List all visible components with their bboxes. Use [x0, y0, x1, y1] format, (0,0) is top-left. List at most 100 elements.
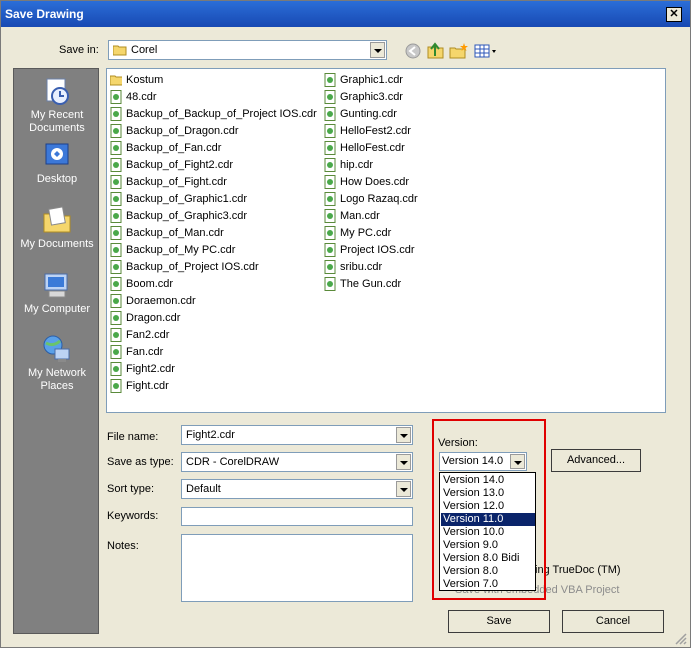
chevron-down-icon[interactable]: [396, 481, 411, 497]
chevron-down-icon[interactable]: [396, 427, 411, 443]
file-name: hip.cdr: [340, 159, 374, 171]
save-type-label: Save as type:: [107, 456, 174, 468]
file-name-input[interactable]: Fight2.cdr: [181, 425, 413, 445]
cdr-file-icon: [110, 158, 122, 172]
places-bar: My Recent Documents Desktop My Documents…: [13, 68, 99, 634]
file-name: Logo Razaq.cdr: [340, 193, 418, 205]
place-my-computer[interactable]: My Computer: [14, 269, 100, 316]
cdr-file-icon: [324, 209, 336, 223]
folder-icon: [110, 75, 122, 86]
highlight-callout: [432, 419, 546, 600]
file-name: Backup_of_Backup_of_Project IOS.cdr: [126, 108, 317, 120]
place-recent[interactable]: My Recent Documents: [14, 75, 100, 135]
keywords-field[interactable]: [181, 507, 413, 526]
file-name: Fight.cdr: [126, 380, 169, 392]
place-label: My Documents: [20, 238, 94, 250]
network-places-icon: [43, 335, 70, 362]
notes-label: Notes:: [107, 540, 139, 552]
file-name: 48.cdr: [126, 91, 157, 103]
cdr-file-icon: [110, 362, 122, 376]
cdr-file-icon: [110, 175, 122, 189]
cdr-file-icon: [110, 345, 122, 359]
cdr-file-icon: [110, 294, 122, 308]
my-documents-icon: [43, 206, 71, 233]
file-name: Backup_of_Man.cdr: [126, 227, 224, 239]
cdr-file-icon: [110, 124, 122, 138]
cdr-file-icon: [110, 379, 122, 393]
cdr-file-icon: [110, 90, 122, 104]
cancel-button[interactable]: Cancel: [562, 610, 664, 633]
cdr-file-icon: [324, 141, 336, 155]
file-name: Gunting.cdr: [340, 108, 397, 120]
cdr-file-icon: [110, 209, 122, 223]
file-name: Backup_of_Fight.cdr: [126, 176, 227, 188]
file-name: HelloFest.cdr: [340, 142, 405, 154]
file-name: Doraemon.cdr: [126, 295, 196, 307]
cdr-file-icon: [324, 107, 336, 121]
cdr-file-icon: [324, 90, 336, 104]
close-button[interactable]: ✕: [666, 7, 682, 22]
title-bar: Save Drawing ✕: [1, 1, 690, 27]
file-name: Backup_of_Fan.cdr: [126, 142, 222, 154]
cdr-file-icon: [110, 141, 122, 155]
view-menu-icon[interactable]: [473, 41, 499, 61]
cdr-file-icon: [110, 311, 122, 325]
my-computer-icon: [44, 273, 68, 298]
file-name-label: File name:: [107, 431, 159, 443]
cdr-file-icon: [324, 175, 336, 189]
cdr-file-icon: [324, 277, 336, 291]
file-name: How Does.cdr: [340, 176, 410, 188]
save-button[interactable]: Save: [448, 610, 550, 633]
save-drawing-dialog: Save Drawing ✕ Save in: Corel My Recent …: [0, 0, 691, 648]
place-desktop[interactable]: Desktop: [14, 139, 100, 186]
place-label: My Recent Documents: [29, 109, 85, 134]
save-type-value: CDR - CorelDRAW: [186, 456, 280, 468]
recent-documents-icon: [46, 78, 69, 105]
cdr-file-icon: [110, 260, 122, 274]
place-label: My Network Places: [27, 367, 87, 392]
advanced-button[interactable]: Advanced...: [551, 449, 641, 472]
file-name-value: Fight2.cdr: [186, 429, 235, 441]
chevron-down-icon[interactable]: [370, 42, 385, 58]
file-name: Project IOS.cdr: [340, 244, 415, 256]
cdr-file-icon: [324, 243, 336, 257]
file-name: Backup_of_Project IOS.cdr: [126, 261, 259, 273]
place-network[interactable]: My Network Places: [14, 333, 100, 393]
sort-type-value: Default: [186, 483, 221, 495]
place-my-documents[interactable]: My Documents: [14, 204, 100, 251]
file-name: Boom.cdr: [126, 278, 174, 290]
place-label: Desktop: [36, 173, 78, 185]
notes-field[interactable]: [181, 534, 413, 602]
save-in-combo[interactable]: Corel: [108, 40, 387, 60]
sort-type-select[interactable]: Default: [181, 479, 413, 499]
file-name: Graphic1.cdr: [340, 74, 403, 86]
file-name: Backup_of_Graphic3.cdr: [126, 210, 248, 222]
file-name: Backup_of_My PC.cdr: [126, 244, 236, 256]
file-name: Fan.cdr: [126, 346, 164, 358]
file-name: Backup_of_Graphic1.cdr: [126, 193, 248, 205]
resize-grip-icon[interactable]: [674, 632, 688, 646]
save-in-label: Save in:: [59, 44, 99, 56]
chevron-down-icon[interactable]: [396, 454, 411, 470]
save-type-select[interactable]: CDR - CorelDRAW: [181, 452, 413, 472]
keywords-label: Keywords:: [107, 510, 159, 522]
cdr-file-icon: [324, 158, 336, 172]
up-folder-icon[interactable]: [425, 41, 447, 61]
cdr-file-icon: [110, 328, 122, 342]
back-icon[interactable]: [403, 41, 425, 61]
file-name: HelloFest2.cdr: [340, 125, 411, 137]
file-name: Graphic3.cdr: [340, 91, 403, 103]
file-name: My PC.cdr: [340, 227, 392, 239]
cdr-file-icon: [110, 226, 122, 240]
cdr-file-icon: [324, 124, 336, 138]
save-in-value: Corel: [131, 44, 158, 56]
file-list[interactable]: Kostum 48.cdr Backup_of_Backup_of_Project …: [106, 68, 666, 413]
file-name: Backup_of_Fight2.cdr: [126, 159, 234, 171]
cdr-file-icon: [324, 260, 336, 274]
file-name: Backup_of_Dragon.cdr: [126, 125, 239, 137]
cdr-file-icon: [110, 277, 122, 291]
file-name: The Gun.cdr: [340, 278, 402, 290]
file-name: Kostum: [126, 74, 164, 86]
new-folder-icon[interactable]: [448, 41, 470, 61]
truedoc-option-text[interactable]: ing TrueDoc (TM): [535, 564, 621, 576]
